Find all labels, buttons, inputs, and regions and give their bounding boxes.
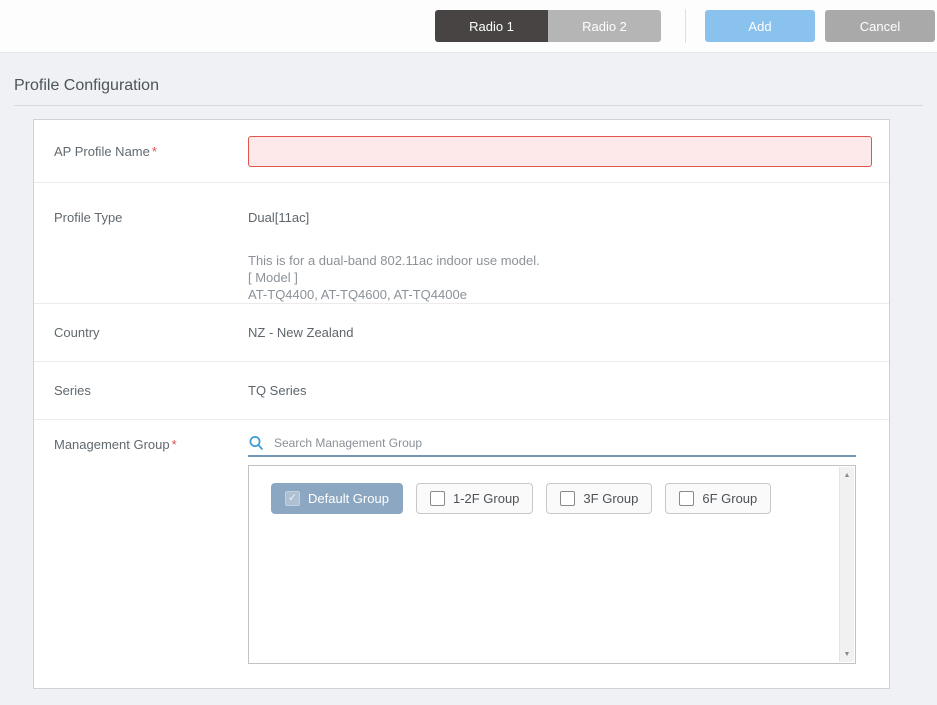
group-chip-label: 6F Group <box>702 491 757 506</box>
checkbox-unchecked-icon[interactable] <box>560 491 575 506</box>
listbox-scrollbar[interactable]: ▲ ▼ <box>839 467 854 662</box>
label-text: AP Profile Name <box>54 144 150 159</box>
country-value: NZ - New Zealand <box>248 325 889 340</box>
group-chip-list: ✓ Default Group 1-2F Group 3F Group 6F G… <box>271 483 839 514</box>
group-chip-3f-group[interactable]: 3F Group <box>546 483 652 514</box>
description-line: [ Model ] <box>248 269 869 286</box>
profile-type-label: Profile Type <box>34 183 248 303</box>
management-group-search <box>248 435 856 457</box>
description-line: AT-TQ4400, AT-TQ4600, AT-TQ4400e <box>248 286 869 303</box>
required-asterisk: * <box>152 144 157 159</box>
cancel-button[interactable]: Cancel <box>825 10 935 42</box>
series-value: TQ Series <box>248 383 889 398</box>
form-row-management-group: Management Group* ✓ Default Group <box>34 419 889 689</box>
checkbox-checked-icon[interactable]: ✓ <box>285 491 300 506</box>
profile-configuration-form: AP Profile Name* Profile Type Dual[11ac]… <box>33 119 890 689</box>
form-row-series: Series TQ Series <box>34 361 889 419</box>
group-chip-label: 1-2F Group <box>453 491 519 506</box>
add-button[interactable]: Add <box>705 10 815 42</box>
series-label: Series <box>34 383 248 398</box>
country-label: Country <box>34 325 248 340</box>
label-text: Management Group <box>54 437 170 452</box>
tab-radio-2[interactable]: Radio 2 <box>548 10 661 42</box>
title-divider <box>14 105 923 106</box>
scroll-down-icon[interactable]: ▼ <box>840 646 854 662</box>
management-group-listbox: ✓ Default Group 1-2F Group 3F Group 6F G… <box>248 465 856 664</box>
top-toolbar: Radio 1 Radio 2 Add Cancel <box>0 0 937 53</box>
group-chip-label: 3F Group <box>583 491 638 506</box>
profile-type-value: Dual[11ac] <box>248 210 869 225</box>
group-chip-label: Default Group <box>308 491 389 506</box>
description-line: This is for a dual-band 802.11ac indoor … <box>248 252 869 269</box>
group-chip-1-2f-group[interactable]: 1-2F Group <box>416 483 533 514</box>
radio-tab-group: Radio 1 Radio 2 <box>435 10 661 42</box>
ap-profile-name-label: AP Profile Name* <box>34 144 248 159</box>
toolbar-divider <box>685 9 686 43</box>
page-title: Profile Configuration <box>14 77 937 95</box>
form-row-country: Country NZ - New Zealand <box>34 303 889 361</box>
required-asterisk: * <box>172 437 177 452</box>
group-chip-6f-group[interactable]: 6F Group <box>665 483 771 514</box>
group-chip-default-group[interactable]: ✓ Default Group <box>271 483 403 514</box>
profile-type-description: This is for a dual-band 802.11ac indoor … <box>248 252 869 303</box>
checkbox-unchecked-icon[interactable] <box>679 491 694 506</box>
ap-profile-name-input[interactable] <box>248 136 872 167</box>
form-row-profile-type: Profile Type Dual[11ac] This is for a du… <box>34 182 889 303</box>
form-row-ap-profile-name: AP Profile Name* <box>34 120 889 182</box>
search-management-group-input[interactable] <box>274 436 856 450</box>
checkbox-unchecked-icon[interactable] <box>430 491 445 506</box>
management-group-label: Management Group* <box>34 420 248 689</box>
scroll-up-icon[interactable]: ▲ <box>840 467 854 483</box>
tab-radio-1[interactable]: Radio 1 <box>435 10 548 42</box>
search-icon <box>248 435 264 451</box>
